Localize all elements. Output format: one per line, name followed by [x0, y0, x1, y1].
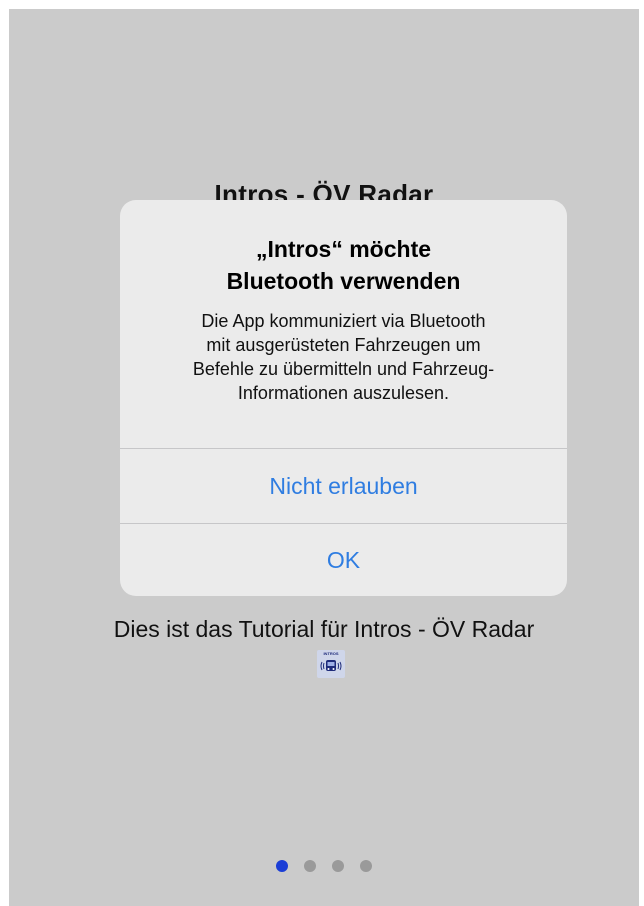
alert-title-line: „Intros“ möchte — [255, 236, 432, 262]
ok-button[interactable]: OK — [120, 524, 567, 596]
page-dot[interactable] — [304, 860, 316, 872]
page-indicator[interactable] — [9, 860, 639, 872]
alert-message: Die App kommuniziert via Bluetooth mit a… — [140, 309, 547, 405]
bus-radar-icon: INTROS — [317, 650, 345, 678]
page-dot[interactable] — [360, 860, 372, 872]
tutorial-text: Dies ist das Tutorial für Intros - ÖV Ra… — [113, 616, 535, 642]
app-screen: Intros - ÖV Radar Dies ist das Tutorial … — [9, 9, 639, 906]
alert-title-line: Bluetooth verwenden — [226, 268, 461, 294]
page-dot[interactable] — [276, 860, 288, 872]
page-dot[interactable] — [332, 860, 344, 872]
deny-button[interactable]: Nicht erlauben — [120, 449, 567, 523]
alert-message-line: Informationen auszulesen. — [237, 383, 450, 403]
alert-title: „Intros“ möchte Bluetooth verwenden — [120, 233, 567, 297]
app-icon-label: INTROS — [323, 651, 339, 656]
bluetooth-permission-alert: „Intros“ möchte Bluetooth verwenden Die … — [120, 200, 567, 596]
alert-message-line: Die App kommuniziert via Bluetooth — [201, 311, 486, 331]
alert-message-line: mit ausgerüsteten Fahrzeugen um — [206, 335, 481, 355]
alert-message-line: Befehle zu übermitteln und Fahrzeug- — [192, 359, 495, 379]
